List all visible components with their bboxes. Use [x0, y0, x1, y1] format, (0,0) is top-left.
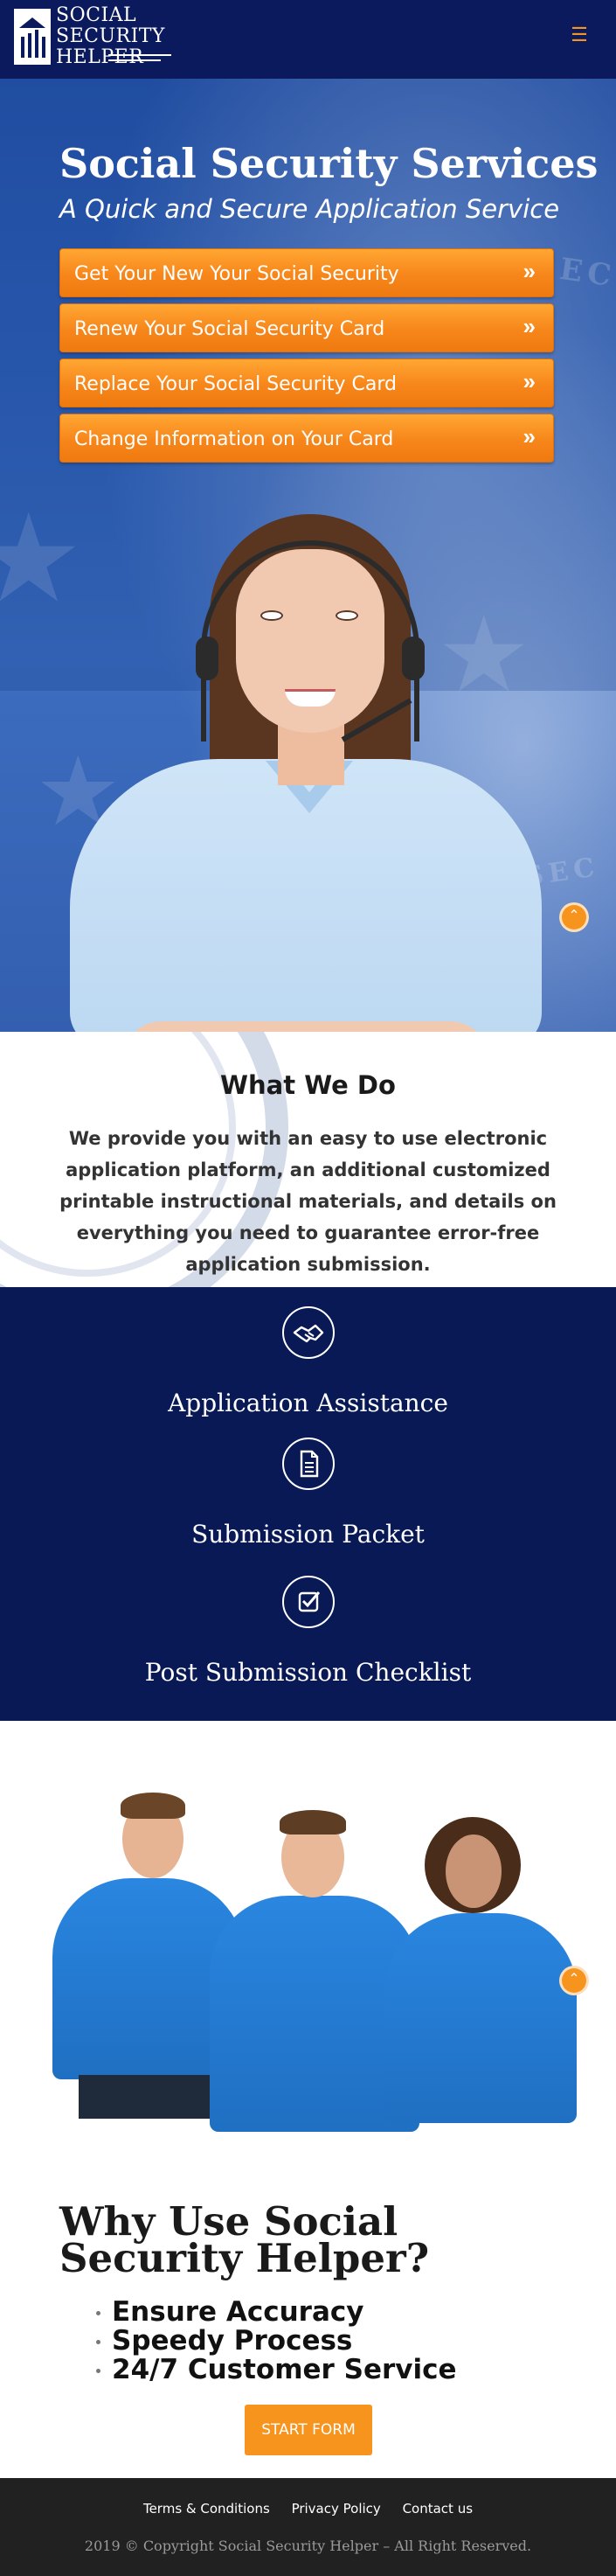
checkbox-icon	[282, 1576, 335, 1628]
cta-label: Get Your New Your Social Security	[74, 263, 399, 285]
logo-line-1: SOCIAL	[56, 4, 137, 26]
what-we-do-text: We provide you with an easy to use elect…	[59, 1128, 557, 1275]
cta-label: Replace Your Social Security Card	[74, 373, 397, 395]
site-header: SOCIAL SECURITY HELPER ☰	[0, 0, 616, 79]
footer-link-privacy[interactable]: Privacy Policy	[292, 2501, 381, 2517]
start-form-button[interactable]: START FORM	[245, 2405, 372, 2455]
why-use-title: Why Use Social Security Helper?	[59, 2198, 430, 2281]
hamburger-icon[interactable]: ☰	[569, 24, 590, 45]
team-member-right	[384, 1817, 577, 2123]
hero-title: Social Security Services	[59, 140, 599, 187]
double-chevron-right-icon: »	[523, 423, 536, 449]
logo-line-2: SECURITY	[56, 25, 165, 47]
cta-change-info-button[interactable]: Change Information on Your Card »	[59, 414, 554, 463]
team-image: ⌃	[0, 1721, 616, 2149]
what-we-do-title: What We Do	[220, 1070, 396, 1100]
site-footer: Terms & Conditions Privacy Policy Contac…	[0, 2478, 616, 2576]
handshake-icon	[282, 1306, 335, 1359]
benefit-item: 24/7 Customer Service	[96, 2354, 457, 2385]
service-submission-packet: Submission Packet	[191, 1520, 425, 1549]
footer-links: Terms & Conditions Privacy Policy Contac…	[0, 2501, 616, 2517]
cta-renew-card-button[interactable]: Renew Your Social Security Card »	[59, 303, 554, 352]
cta-label: Renew Your Social Security Card	[74, 318, 385, 340]
logo-line-3: HELPER	[56, 46, 144, 68]
services-section: Application Assistance Submission Packet…	[0, 1287, 616, 1721]
service-application-assistance: Application Assistance	[168, 1389, 448, 1417]
footer-link-contact[interactable]: Contact us	[403, 2501, 473, 2517]
double-chevron-right-icon: »	[523, 368, 536, 394]
hero-subtitle: A Quick and Secure Application Service	[59, 194, 560, 224]
cta-replace-card-button[interactable]: Replace Your Social Security Card »	[59, 359, 554, 407]
cta-get-new-card-button[interactable]: Get Your New Your Social Security »	[59, 248, 554, 297]
hero-section: ★ ★ ★ SEC SEC Social Security Services A…	[0, 79, 616, 1032]
scroll-up-icon[interactable]: ⌃	[559, 902, 589, 932]
what-we-do-section: What We Do We provide you with an easy t…	[0, 1032, 616, 1287]
benefit-item: Ensure Accuracy	[96, 2298, 457, 2327]
logo-building-icon	[14, 9, 51, 65]
footer-link-terms[interactable]: Terms & Conditions	[143, 2501, 270, 2517]
copyright-text: 2019 © Copyright Social Security Helper …	[84, 2538, 532, 2554]
logo-underline-2	[108, 59, 161, 61]
hero-agent-image	[70, 514, 542, 1032]
double-chevron-right-icon: »	[523, 313, 536, 339]
cta-label: Change Information on Your Card	[74, 428, 394, 450]
benefits-list: Ensure Accuracy Speedy Process 24/7 Cust…	[96, 2298, 457, 2385]
why-use-section: Why Use Social Security Helper? Ensure A…	[0, 2149, 616, 2478]
site-logo[interactable]: SOCIAL SECURITY HELPER	[14, 5, 171, 72]
service-post-submission-checklist: Post Submission Checklist	[144, 1658, 472, 1687]
document-icon	[282, 1438, 335, 1490]
double-chevron-right-icon: »	[523, 258, 536, 284]
logo-underline	[108, 54, 171, 56]
benefit-item: Speedy Process	[96, 2327, 457, 2356]
scroll-up-icon[interactable]: ⌃	[559, 1966, 589, 1995]
